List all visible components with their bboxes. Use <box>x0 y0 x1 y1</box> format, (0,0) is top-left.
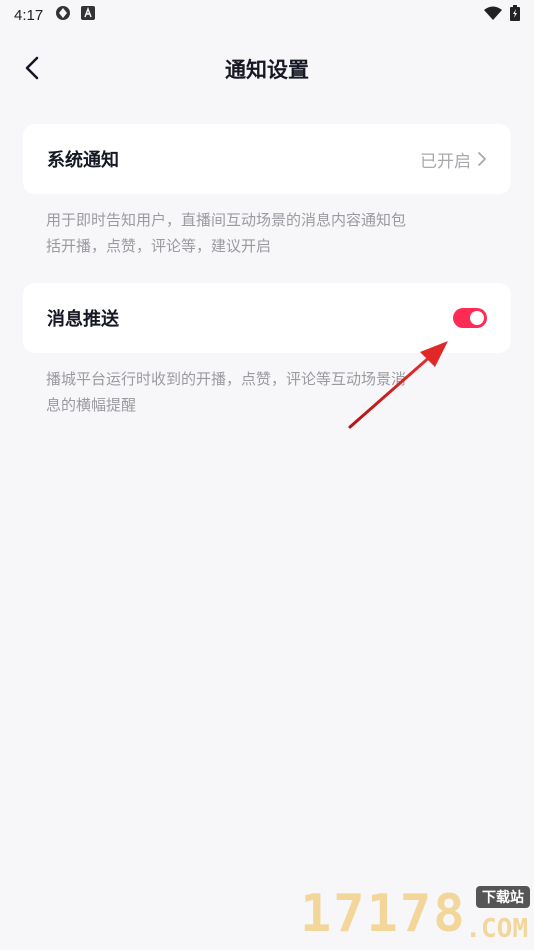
status-right <box>484 5 520 25</box>
watermark-number: 17178 <box>300 884 467 944</box>
annotation-arrow-icon <box>348 341 448 429</box>
push-notification-toggle[interactable] <box>453 308 487 328</box>
page-title: 通知设置 <box>225 58 309 82</box>
app-icon <box>55 5 71 25</box>
nav-bar: 通知设置 <box>0 40 534 96</box>
watermark-suffix: .COM <box>465 914 528 944</box>
status-bar: 4:17 <box>0 0 534 30</box>
chevron-right-icon <box>478 152 486 166</box>
watermark-badge: 下载站 <box>476 886 530 908</box>
push-notification-label: 消息推送 <box>47 309 119 330</box>
status-time: 4:17 <box>14 6 44 24</box>
a-icon <box>81 6 96 24</box>
system-notification-row[interactable]: 系统通知 已开启 <box>23 124 511 194</box>
system-notification-value: 已开启 <box>420 151 471 172</box>
wifi-icon <box>484 6 502 24</box>
watermark-logo: 17178 下载站 .COM <box>300 884 530 946</box>
system-notification-label: 系统通知 <box>47 150 119 171</box>
system-notification-description: 用于即时告知用户，直播间互动场景的消息内容通知包括开播，点赞，评论等，建议开启 <box>46 211 407 255</box>
battery-icon <box>510 5 520 25</box>
toggle-knob <box>470 311 484 325</box>
system-notification-status[interactable]: 已开启 <box>420 147 487 172</box>
